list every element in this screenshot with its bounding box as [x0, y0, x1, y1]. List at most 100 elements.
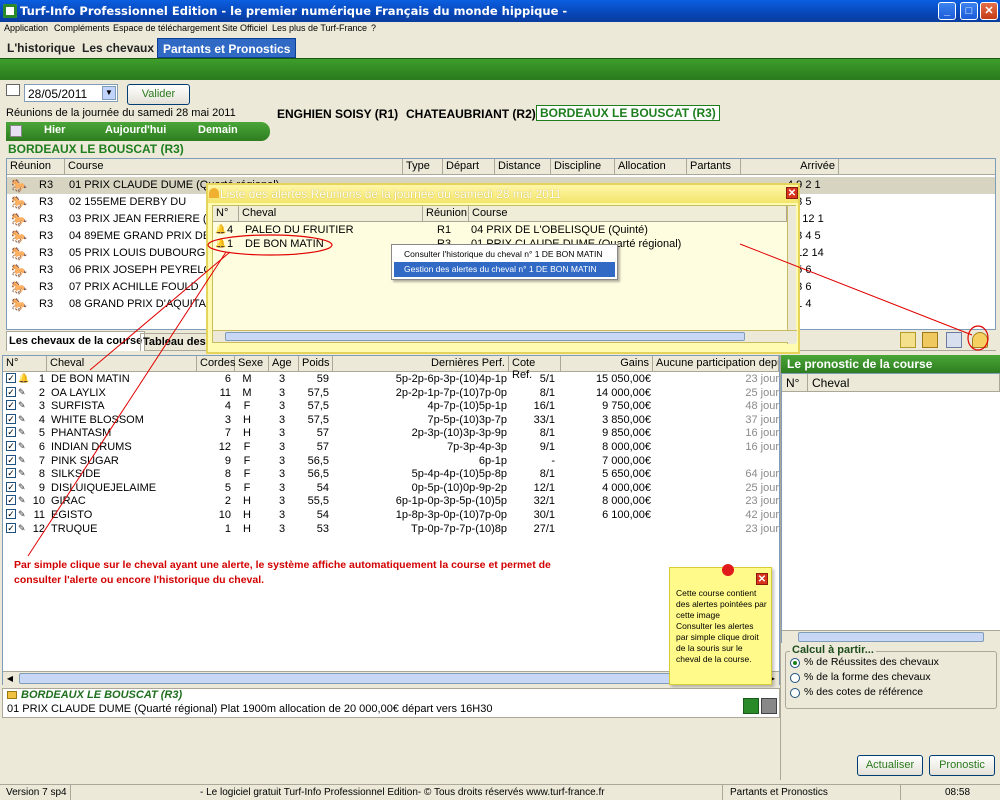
calendar-icon[interactable] [6, 84, 20, 96]
sticky-close-icon[interactable]: ✕ [756, 573, 768, 585]
col-allocation[interactable]: Allocation [615, 159, 687, 175]
horse-checkbox[interactable]: ✓ [6, 509, 16, 519]
date-input[interactable]: 28/05/2011 ▼ [24, 84, 118, 102]
hcol-poids[interactable]: Poids [299, 356, 333, 372]
chevron-down-icon[interactable]: ▼ [102, 86, 116, 100]
prono-scroll-thumb[interactable] [798, 632, 984, 642]
hcol-perf[interactable]: Dernières Perf. [333, 356, 509, 372]
meeting-r3[interactable]: BORDEAUX LE BOUSCAT (R3) [536, 105, 720, 121]
radio-forme[interactable] [790, 673, 800, 683]
menu-complements[interactable]: Compléments [54, 23, 110, 33]
horse-cordes: 11 [219, 386, 231, 399]
meeting-r1[interactable]: ENGHIEN SOISY (R1) [277, 107, 398, 121]
horse-row[interactable]: ✓ 🔔 1 DE BON MATIN 6 M 3 59 5p-2p-6p-3p-(10)4p-1… [3, 373, 779, 387]
horse-checkbox[interactable]: ✓ [6, 413, 16, 424]
horse-row[interactable]: ✓ ✎ 6 INDIAN DRUMS 12 F 3 57 7p-3p-4p-3p 9/1 8 000… [3, 441, 779, 455]
col-partants[interactable]: Partants [687, 159, 741, 175]
ctx-alerts[interactable]: Gestion des alertes du cheval n° 1 DE BO… [394, 262, 615, 277]
horse-row[interactable]: ✓ ✎ 5 PHANTASM 7 H 3 57 2p-3p-(10)3p-3p-9p 8/1 9 8… [3, 427, 779, 441]
hcol-cote[interactable]: Cote Ref. [509, 356, 561, 381]
col-reunion[interactable]: Réunion [7, 159, 65, 175]
alert-hscroll[interactable] [213, 330, 797, 342]
horse-checkbox[interactable]: ✓ [6, 495, 16, 506]
tab-chevaux[interactable]: Les chevaux [77, 38, 159, 58]
alert-col-reunion[interactable]: Réunion [423, 206, 469, 222]
maximize-button[interactable]: □ [960, 2, 978, 20]
close-button[interactable]: ✕ [980, 2, 998, 20]
hcol-gains[interactable]: Gains [561, 356, 653, 372]
hcol-sexe[interactable]: Sexe [235, 356, 269, 372]
hcol-last[interactable]: Aucune participation depui [653, 356, 779, 372]
col-discipline[interactable]: Discipline [551, 159, 615, 175]
print-icon[interactable] [761, 698, 777, 714]
nav-today[interactable]: Aujourd'hui [105, 124, 166, 136]
prono-col-num[interactable]: N° [782, 374, 808, 392]
horse-checkbox[interactable]: ✓ [6, 373, 16, 383]
alert-col-course[interactable]: Course [469, 206, 787, 222]
alert-close-icon[interactable]: ✕ [786, 187, 798, 199]
radio-cotes[interactable] [790, 688, 800, 698]
menu-download[interactable]: Espace de téléchargement [113, 23, 220, 33]
horse-row[interactable]: ✓ ✎ 2 OA LAYLIX 11 M 3 57,5 2p-2p-1p-7p-(10)7p-0… [3, 386, 779, 401]
horse-row[interactable]: ✓ ✎ 9 DISLUIQUEJELAIME 5 F 3 54 0p-5p-(10)0p-9p-… [3, 481, 779, 496]
alert-scroll-thumb[interactable] [225, 332, 745, 341]
col-arrivee[interactable]: Arrivée [741, 159, 839, 175]
alert-col-num[interactable]: N° [213, 206, 239, 222]
menu-official-site[interactable]: Site Officiel [222, 23, 267, 33]
col-depart[interactable]: Départ [443, 159, 495, 175]
tab-historique[interactable]: L'historique [2, 38, 80, 58]
scroll-left-icon[interactable]: ◀ [3, 672, 17, 685]
copy-icon[interactable] [946, 332, 962, 348]
horse-checkbox[interactable]: ✓ [6, 427, 16, 438]
menu-application[interactable]: Application [4, 23, 48, 33]
horse-checkbox[interactable]: ✓ [6, 386, 16, 397]
nav-tomorrow[interactable]: Demain [198, 124, 238, 136]
excel-icon[interactable] [743, 698, 759, 714]
col-type[interactable]: Type [403, 159, 443, 175]
horse-name: OA LAYLIX [51, 386, 106, 399]
horse-checkbox[interactable]: ✓ [6, 441, 16, 451]
horse-checkbox[interactable]: ✓ [6, 522, 16, 533]
hcol-num[interactable]: N° [3, 356, 47, 372]
tab-partants[interactable]: Partants et Pronostics [157, 38, 297, 58]
col-distance[interactable]: Distance [495, 159, 551, 175]
pronostic-button[interactable]: Pronostic [929, 755, 995, 776]
horse-row[interactable]: ✓ ✎ 4 WHITE BLOSSOM 3 H 3 57,5 7p-5p-(10)3p-7p 33… [3, 413, 779, 428]
hcol-age[interactable]: Age [269, 356, 299, 372]
horse-cordes: 6 [224, 373, 231, 385]
horse-checkbox[interactable]: ✓ [6, 468, 16, 479]
horizontal-scrollbar[interactable]: ◀ ▶ [3, 671, 779, 685]
horse-row[interactable]: ✓ ✎ 8 SILKSIDE 8 F 3 56,5 5p-4p-4p-(10)5p-8p 8/1 5… [3, 468, 779, 482]
folder-icon[interactable] [922, 332, 938, 348]
meeting-r2[interactable]: CHATEAUBRIANT (R2) [406, 107, 536, 121]
subtab-table[interactable]: Tableau des [140, 333, 210, 351]
horse-row[interactable]: ✓ ✎ 11 EGISTO 10 H 3 54 1p-8p-3p-0p-(10)7p-0p 30/… [3, 509, 779, 523]
menu-more[interactable]: Les plus de Turf-France [272, 23, 367, 33]
col-course[interactable]: Course [65, 159, 403, 175]
horse-row[interactable]: ✓ ✎ 12 TRUQUE 1 H 3 53 Tp-0p-7p-7p-(10)8p 27/1 23 … [3, 522, 779, 537]
prono-scrollbar[interactable] [782, 630, 1000, 643]
export-icon[interactable] [900, 332, 916, 348]
horse-row[interactable]: ✓ ✎ 3 SURFISTA 4 F 3 57,5 4p-7p-(10)5p-1p 16/1 9 7… [3, 400, 779, 414]
hcol-cheval[interactable]: Cheval [47, 356, 197, 372]
validate-button[interactable]: Valider [127, 84, 190, 105]
actualiser-button[interactable]: Actualiser [857, 755, 923, 776]
nav-yesterday[interactable]: Hier [44, 124, 65, 136]
horse-checkbox[interactable]: ✓ [6, 400, 16, 411]
subtab-horses[interactable]: Les chevaux de la course [6, 331, 146, 351]
hcol-cordes[interactable]: Cordes [197, 356, 235, 372]
minimize-button[interactable]: _ [938, 2, 956, 20]
horse-row[interactable]: ✓ ✎ 7 PINK SUGAR 9 F 3 56,5 6p-1p - 7 000,00€ [3, 454, 779, 469]
horse-row[interactable]: ✓ ✎ 10 GIRAC 2 H 3 55,5 6p-1p-0p-3p-5p-(10)5p 32/… [3, 495, 779, 509]
prono-col-cheval[interactable]: Cheval [808, 374, 1000, 392]
scroll-thumb[interactable] [19, 673, 739, 684]
menu-help[interactable]: ? [371, 23, 376, 33]
horse-checkbox[interactable]: ✓ [6, 454, 16, 465]
alert-row[interactable]: 🔔 4 PALEO DU FRUITIER R1 04 PRIX DE L'OBELIS… [213, 223, 787, 237]
alert-bell-icon[interactable] [972, 332, 988, 348]
horse-checkbox[interactable]: ✓ [6, 481, 16, 492]
alert-col-cheval[interactable]: Cheval [239, 206, 423, 222]
alert-vscroll[interactable] [787, 206, 796, 344]
ctx-history[interactable]: Consulter l'historique du cheval n° 1 DE… [394, 247, 615, 262]
radio-reussites[interactable] [790, 658, 800, 668]
